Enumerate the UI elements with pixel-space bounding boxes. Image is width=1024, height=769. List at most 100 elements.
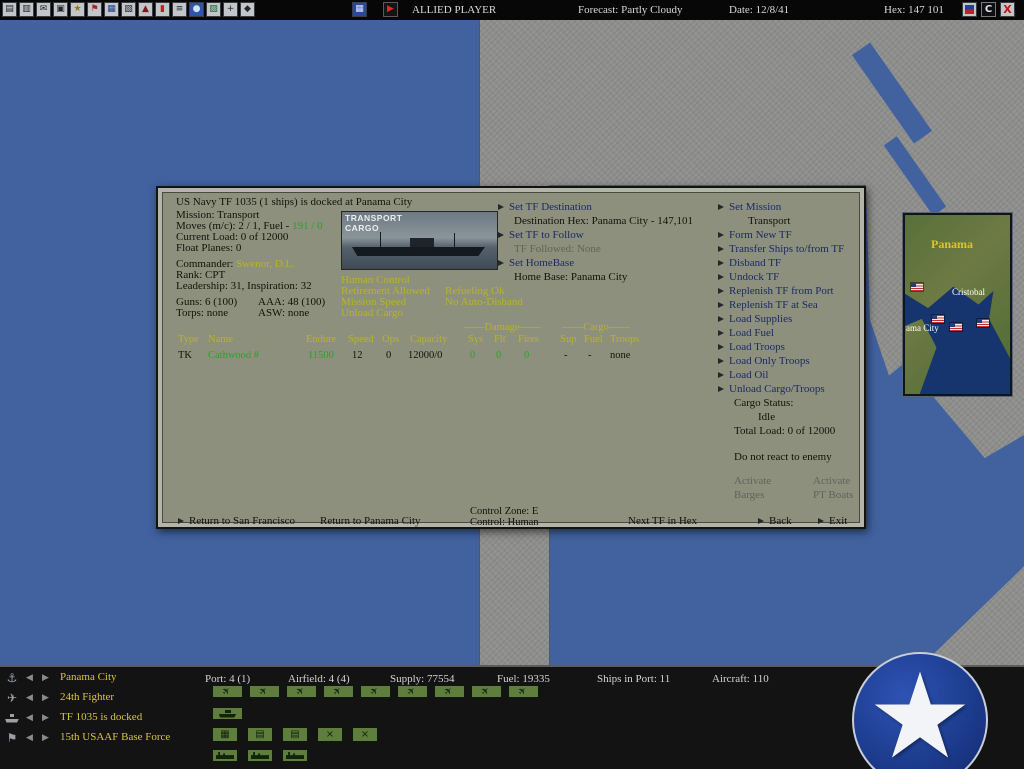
return-to-san-francisco-button[interactable]: Return to San Francisco — [178, 515, 295, 527]
facility-icon[interactable]: ▤ — [282, 727, 308, 742]
next-unit-button[interactable]: ▶ — [42, 733, 49, 743]
set-homebase-button[interactable]: Set HomeBase — [498, 257, 574, 269]
next-base-button[interactable]: ▶ — [42, 673, 49, 683]
commander-name[interactable]: Swenor, D.L. — [236, 258, 295, 270]
next-tf-button[interactable]: ▶ — [42, 713, 49, 723]
facility-icon[interactable]: ▦ — [212, 727, 238, 742]
back-button[interactable]: Back — [758, 515, 792, 527]
mission-value: Transport — [748, 215, 791, 227]
return-to-panama-city-button[interactable]: Return to Panama City — [320, 515, 421, 527]
load-fuel-button[interactable]: Load Fuel — [718, 327, 774, 339]
aircraft-icon[interactable]: ✈ — [286, 685, 317, 698]
td-troops: none — [610, 350, 631, 361]
terrain-icon[interactable]: ▨ — [206, 2, 221, 17]
run-turn-icon[interactable]: ▶ — [383, 2, 398, 17]
action-label: Load Oil — [729, 369, 769, 381]
cargo-group-header: ——Cargo—— — [562, 322, 630, 333]
load-troops-button[interactable]: Load Troops — [718, 341, 785, 353]
td-ops: 0 — [386, 350, 392, 361]
units-icon[interactable]: ▦ — [104, 2, 119, 17]
td-sys: 0 — [470, 350, 476, 361]
aircraft-icon[interactable]: ✈ — [249, 685, 280, 698]
form-new-tf-button[interactable]: Form New TF — [718, 229, 792, 241]
load-supplies-button[interactable]: Load Supplies — [718, 313, 792, 325]
ship-unit-icon[interactable] — [212, 707, 243, 720]
factory-icon[interactable] — [282, 749, 308, 762]
airgroup-link[interactable]: 24th Fighter — [60, 691, 114, 703]
react-toggle[interactable]: Do not react to enemy — [734, 451, 832, 463]
star-icon[interactable]: ★ — [70, 2, 85, 17]
globe-icon[interactable]: ● — [189, 2, 204, 17]
flag-icon[interactable]: ⚑ — [87, 2, 102, 17]
action-label: Load Fuel — [729, 327, 774, 339]
base-name-link[interactable]: Panama City — [60, 671, 117, 683]
taskforce-link[interactable]: TF 1035 is docked — [60, 711, 142, 723]
load-only-troops-button[interactable]: Load Only Troops — [718, 355, 810, 367]
exit-button[interactable]: Exit — [818, 515, 847, 527]
replenish-at-sea-button[interactable]: Replenish TF at Sea — [718, 299, 818, 311]
activate-pt-boats-button[interactable]: Activate — [813, 475, 850, 487]
center-button[interactable]: C — [981, 2, 996, 17]
facility-icon[interactable]: × — [352, 727, 378, 742]
td-sup: - — [564, 350, 568, 361]
minimap-icon[interactable]: ▦ — [352, 2, 367, 17]
activate-pt-boats-button-line2[interactable]: PT Boats — [813, 489, 853, 501]
set-tf-to-follow-button[interactable]: Set TF to Follow — [498, 229, 584, 241]
aircraft-icon[interactable]: ✈ — [471, 685, 502, 698]
next-airgroup-button[interactable]: ▶ — [42, 693, 49, 703]
aircraft-icon[interactable]: ✈ — [508, 685, 539, 698]
unload-cargo-button[interactable]: Unload Cargo/Troops — [718, 383, 825, 395]
info-icon[interactable]: ▣ — [53, 2, 68, 17]
arrow-icon — [758, 518, 764, 524]
factory-icon[interactable] — [212, 749, 238, 762]
disband-tf-button[interactable]: Disband TF — [718, 257, 781, 269]
aircraft-icon[interactable]: ✈ — [434, 685, 465, 698]
gem-icon[interactable]: ◆ — [240, 2, 255, 17]
activate-barges-button-line2[interactable]: Barges — [734, 489, 764, 501]
arrow-icon — [498, 260, 504, 266]
aircraft-icon[interactable]: ✈ — [397, 685, 428, 698]
activate-barges-button[interactable]: Activate — [734, 475, 771, 487]
ground-unit-link[interactable]: 15th USAAF Base Force — [60, 731, 170, 743]
prev-tf-button[interactable]: ◀ — [26, 713, 33, 723]
reports-icon[interactable]: ≡ — [172, 2, 187, 17]
toggle-no-auto-disband[interactable]: No Auto-Disband — [445, 296, 523, 308]
aircraft-icon[interactable]: ✈ — [323, 685, 354, 698]
sub-icon[interactable]: ▲ — [138, 2, 153, 17]
factory-icon[interactable] — [247, 749, 273, 762]
arrow-icon — [718, 372, 724, 378]
mail-icon[interactable]: ✉ — [36, 2, 51, 17]
medical-icon[interactable]: + — [223, 2, 238, 17]
aircraft-icon[interactable]: ✈ — [360, 685, 391, 698]
list-icon[interactable]: ▥ — [19, 2, 34, 17]
combat-icon[interactable]: ▮ — [155, 2, 170, 17]
plane-glyph-icon: ✈ — [294, 685, 308, 698]
undock-tf-button[interactable]: Undock TF — [718, 271, 779, 283]
plane-glyph-icon: ✈ — [516, 685, 530, 698]
dialog-title: US Navy TF 1035 (1 ships) is docked at P… — [176, 196, 413, 208]
facility-glyph-icon: ▤ — [290, 729, 300, 740]
next-tf-in-hex-button[interactable]: Next TF in Hex — [628, 515, 697, 527]
load-oil-button[interactable]: Load Oil — [718, 369, 768, 381]
action-label: Form New TF — [729, 229, 792, 241]
airgroup-icon: ✈ — [6, 691, 18, 705]
facility-icon[interactable]: × — [317, 727, 343, 742]
prev-base-button[interactable]: ◀ — [26, 673, 33, 683]
intel-icon[interactable]: ▧ — [121, 2, 136, 17]
aircraft-icon[interactable]: ✈ — [212, 685, 243, 698]
transfer-ships-button[interactable]: Transfer Ships to/from TF — [718, 243, 844, 255]
close-icon[interactable]: X — [1000, 2, 1015, 17]
window-icon[interactable]: ▤ — [2, 2, 17, 17]
plane-glyph-icon: ✈ — [368, 685, 382, 698]
toggle-unload-cargo[interactable]: Unload Cargo — [341, 307, 403, 319]
facility-icon[interactable]: ▤ — [247, 727, 273, 742]
replenish-from-port-button[interactable]: Replenish TF from Port — [718, 285, 834, 297]
prev-airgroup-button[interactable]: ◀ — [26, 693, 33, 703]
nation-flag-icon[interactable] — [962, 2, 977, 17]
minimap[interactable]: Panama Cristobal ama City — [903, 213, 1012, 396]
td-ship-name[interactable]: Cathwood # — [208, 350, 259, 361]
set-tf-destination-button[interactable]: Set TF Destination — [498, 201, 592, 213]
set-mission-button[interactable]: Set Mission — [718, 201, 781, 213]
prev-unit-button[interactable]: ◀ — [26, 733, 33, 743]
th-capacity: Capacity — [410, 334, 448, 345]
